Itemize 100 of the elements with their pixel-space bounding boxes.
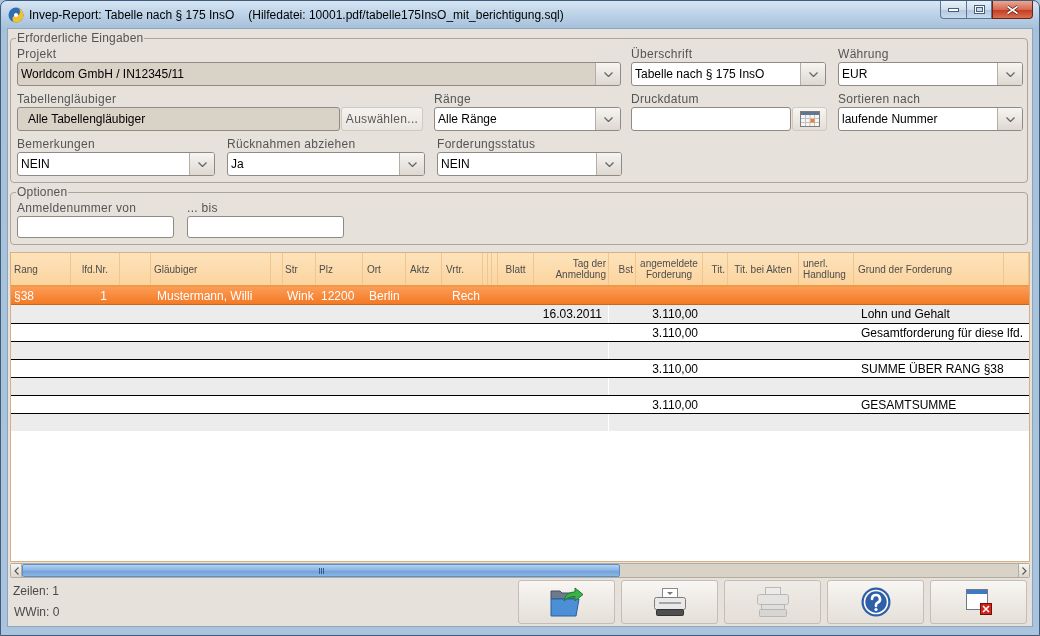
table-cell-text: 3.110,00 — [651, 360, 699, 377]
field-label: Anmeldenummer von — [17, 201, 137, 215]
field-label: Ränge — [434, 92, 471, 106]
table-row[interactable]: 3.110,00 SUMME ÜBER RANG §38 — [11, 359, 1029, 377]
table-cell-text: Gesamtforderung für diese lfd. — [860, 324, 1025, 341]
printer-icon — [756, 587, 789, 617]
column-header[interactable]: Tit. — [703, 253, 728, 285]
caret-icon — [197, 161, 207, 167]
caret-icon — [1005, 71, 1015, 77]
dropdown[interactable]: NEIN — [437, 152, 622, 176]
status-text: WWin: 0 — [14, 605, 60, 619]
column-header[interactable]: Bst — [609, 253, 636, 285]
table-cell-text: 3.110,00 — [651, 306, 699, 323]
table-row[interactable]: 3.110,00 GESAMTSUMME — [11, 395, 1029, 413]
grip-icon — [318, 567, 324, 574]
close-button[interactable] — [930, 580, 1027, 624]
export-button[interactable] — [518, 580, 615, 624]
table-cell-text: §38 — [13, 287, 36, 304]
window-title: Invep-Report: Tabelle nach § 175 InsO — [29, 7, 235, 22]
field-label: Währung — [838, 47, 889, 61]
column-header[interactable]: Tit. bei Akten — [728, 253, 799, 285]
print-button[interactable] — [621, 580, 718, 624]
date-field[interactable] — [631, 107, 791, 131]
horizontal-scrollbar[interactable] — [10, 563, 1030, 578]
dropdown-button[interactable] — [189, 153, 214, 175]
text-field[interactable] — [187, 216, 344, 238]
column-header[interactable]: Grund der Forderung — [854, 253, 1004, 285]
field-label: Projekt — [17, 47, 57, 61]
status-text: Zeilen: 1 — [13, 584, 60, 598]
table-row[interactable]: 16.03.2011 3.110,00 Lohn und Gehalt — [11, 305, 1029, 323]
scroll-left-button[interactable] — [11, 564, 22, 577]
column-header[interactable]: Str — [283, 253, 316, 285]
minimize-button[interactable] — [940, 1, 966, 19]
table-cell-text: 1 — [99, 287, 108, 304]
maximize-icon — [973, 5, 985, 14]
table-row[interactable] — [11, 341, 1029, 359]
caret-icon — [808, 71, 818, 77]
table-cell-text: Lohn und Gehalt — [860, 306, 951, 323]
table-row[interactable] — [11, 413, 1029, 431]
calendar-icon — [799, 111, 820, 127]
table-cell-text: SUMME ÜBER RANG §38 — [860, 360, 1005, 377]
table-cell-text: 3.110,00 — [651, 396, 699, 413]
column-header[interactable]: Aktz — [406, 253, 442, 285]
table-cell-text: Wink — [286, 287, 315, 304]
column-header[interactable]: Gläubiger — [151, 253, 271, 285]
dropdown-button[interactable] — [399, 153, 424, 175]
table-cell-text: Mustermann, Willi — [156, 287, 254, 304]
folder-arrow-icon — [549, 587, 584, 617]
scroll-right-button[interactable] — [1018, 564, 1029, 577]
app-icon — [8, 6, 24, 23]
field-label: Rücknahmen abziehen — [227, 137, 356, 151]
help-button[interactable] — [827, 580, 924, 624]
dropdown-button[interactable] — [595, 108, 620, 130]
table-cell-text: GESAMTSUMME — [860, 396, 958, 413]
caret-icon — [603, 116, 613, 122]
field-label: ... bis — [187, 201, 218, 215]
table-cell-text: Rech — [451, 287, 481, 304]
column-header[interactable]: Rang — [11, 253, 71, 285]
field-label: Überschrift — [631, 47, 693, 61]
column-header[interactable]: Tag der Anmeldung — [534, 253, 609, 285]
column-header[interactable]: lfd.Nr. — [71, 253, 120, 285]
dropdown-button[interactable] — [596, 153, 621, 175]
table-row[interactable]: 3.110,00 Gesamtforderung für diese lfd. — [11, 323, 1029, 341]
dropdown-button[interactable] — [997, 108, 1022, 130]
group-legend: Erforderliche Eingaben — [16, 31, 145, 45]
column-header[interactable]: Vrtr. — [442, 253, 483, 285]
field-label: Bemerkungen — [17, 137, 95, 151]
column-header[interactable]: angemeldete Forderung — [636, 253, 703, 285]
maximize-button[interactable] — [966, 1, 992, 19]
text-field[interactable] — [17, 216, 174, 238]
column-header[interactable]: Ort — [363, 253, 406, 285]
table-cell-text: 12200 — [320, 287, 356, 304]
chevron-right-icon — [1021, 566, 1027, 575]
field-label: Forderungsstatus — [437, 137, 536, 151]
table-row[interactable] — [11, 377, 1029, 395]
calendar-button[interactable] — [792, 107, 827, 131]
window-close-button[interactable] — [992, 1, 1033, 19]
help-file-label: (Hilfedatei: 10001.pdf/tabelle175InsO_mit_berichtigung.sql) — [248, 7, 564, 22]
dropdown-button[interactable] — [997, 63, 1022, 85]
caret-icon — [1005, 116, 1015, 122]
dropdown[interactable]: EUR — [838, 62, 1023, 86]
scrollbar-thumb[interactable] — [22, 564, 620, 577]
help-icon — [860, 587, 891, 617]
dropdown[interactable]: Tabelle nach § 175 InsO — [631, 62, 826, 86]
column-header[interactable]: unerl. Handlung — [799, 253, 854, 285]
field-label: Sortieren nach — [838, 92, 921, 106]
dropdown[interactable]: NEIN — [17, 152, 215, 176]
field-label: Tabellengläubiger — [17, 92, 117, 106]
table-cell-text: Berlin — [368, 287, 401, 304]
close-icon — [1006, 4, 1019, 15]
minimize-icon — [948, 7, 959, 12]
caret-icon — [604, 161, 614, 167]
column-header[interactable]: Plz — [316, 253, 363, 285]
window-close-icon — [965, 589, 992, 615]
dropdown[interactable]: Alle Ränge — [434, 107, 621, 131]
dropdown[interactable]: laufende Nummer — [838, 107, 1023, 131]
dropdown-button[interactable] — [800, 63, 825, 85]
column-header[interactable]: Blatt — [498, 253, 534, 285]
caret-icon — [603, 71, 613, 77]
dropdown[interactable]: Ja — [227, 152, 425, 176]
